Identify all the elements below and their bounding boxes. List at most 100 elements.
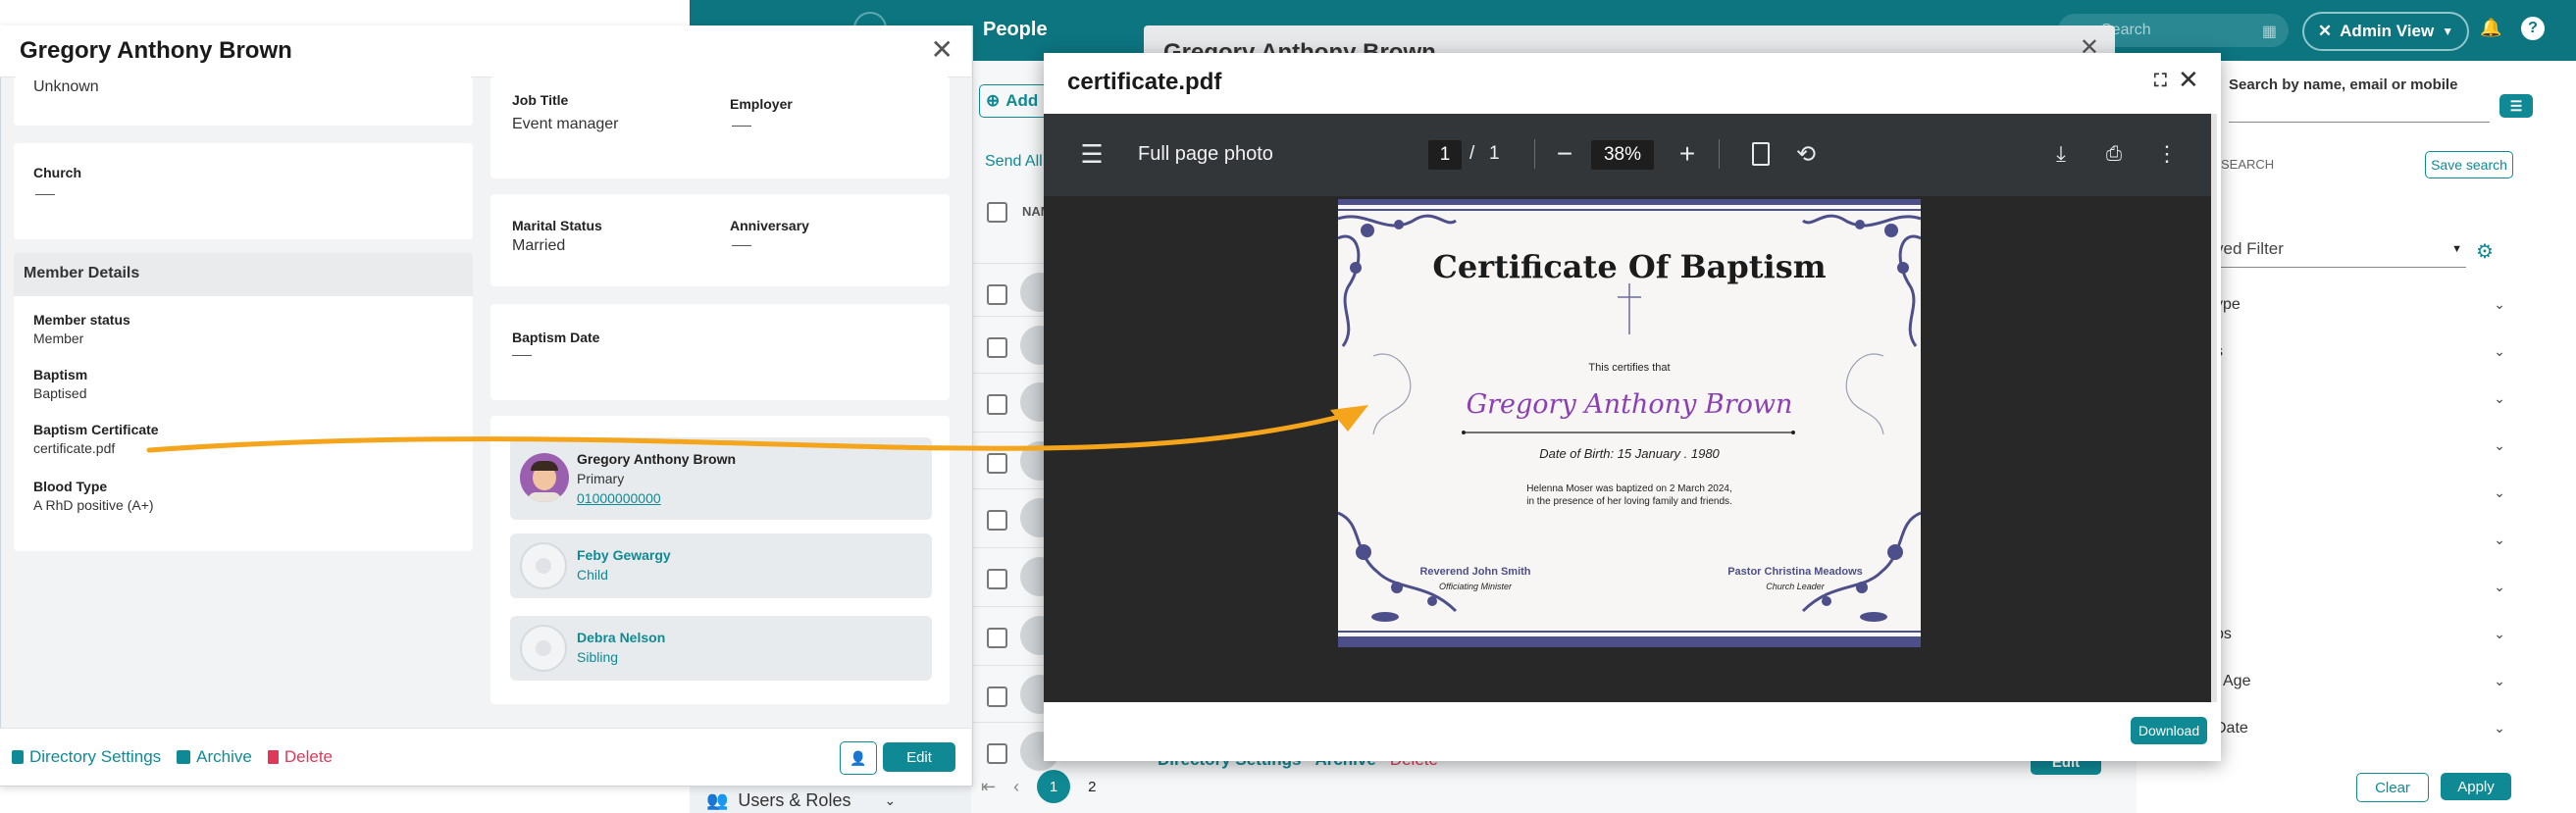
relation-phone-link[interactable]: 01000000000 — [577, 490, 661, 506]
filter-accordion-item[interactable]: s⌄ — [2215, 343, 2505, 367]
plus-circle-icon: ⊕ — [986, 91, 1001, 110]
filter-accordion-item[interactable]: ⌄ — [2215, 390, 2505, 414]
relation-role: Sibling — [577, 649, 619, 665]
filter-accordion-item[interactable]: ps ⌄ — [2215, 626, 2505, 649]
avatar-placeholder-icon — [520, 542, 567, 589]
download-icon[interactable]: ⤓ — [2046, 139, 2076, 169]
anniversary-label: Anniversary — [730, 218, 809, 233]
detail-label: Baptism — [33, 367, 88, 382]
filter-accordion-item[interactable]: ⌄ — [2215, 532, 2505, 555]
pdf-file-name: certificate.pdf — [1067, 69, 1222, 95]
baptism-date-label: Baptism Date — [512, 330, 600, 345]
relation-card[interactable]: Debra Nelson Sibling — [510, 616, 932, 681]
relation-name: Gregory Anthony Brown — [577, 451, 737, 467]
relation-role: Primary — [577, 471, 625, 486]
member-details-heading: Member Details — [24, 265, 140, 281]
filter-toggle-button[interactable]: ☰ — [2499, 94, 2533, 118]
gear-icon[interactable]: ⚙ — [2476, 239, 2494, 264]
edit-button[interactable]: Edit — [883, 742, 955, 772]
detail-value: A RhD positive (A+) — [33, 497, 154, 513]
archive-link[interactable]: Archive — [177, 747, 252, 767]
baptism-certificate-link[interactable]: certificate.pdf — [33, 440, 115, 456]
fullscreen-icon[interactable]: ⛶ — [2154, 71, 2172, 90]
menu-icon[interactable]: ☰ — [1077, 139, 1107, 169]
saved-filter-select[interactable]: ved Filter ▼ — [2215, 231, 2466, 268]
relation-card[interactable]: Feby Gewargy Child — [510, 534, 932, 598]
grid-icon[interactable]: ▦ — [2262, 22, 2277, 41]
avatar — [520, 453, 569, 502]
filter-accordion-item[interactable]: ⌄ — [2215, 437, 2505, 461]
current-page-input[interactable]: 1 — [1428, 140, 1462, 170]
directory-settings-link[interactable]: Directory Settings — [12, 747, 161, 767]
fit-page-icon[interactable] — [1746, 139, 1776, 169]
member-details-header: Member Details — [14, 253, 473, 296]
job-title-value: Event manager — [512, 116, 619, 132]
caret-down-icon: ▼ — [2451, 243, 2462, 255]
help-icon[interactable]: ? — [2521, 17, 2545, 40]
member-footer-actions: Directory Settings Archive Delete — [12, 747, 333, 767]
cross-icon — [1618, 283, 1641, 334]
bg-add-button[interactable]: ⊕ Add — [979, 84, 1048, 118]
chevron-down-icon: ⌄ — [2494, 720, 2505, 736]
bg-footer-nav-label: Users & Roles — [738, 790, 851, 810]
close-icon[interactable]: ✕ — [931, 33, 953, 66]
bg-add-label: Add — [1005, 91, 1039, 110]
bg-pagination: ⇤ ‹ 1 2 — [981, 770, 1096, 803]
chevron-down-icon: ⌄ — [2494, 296, 2505, 312]
employer-label: Employer — [730, 96, 793, 112]
pdf-scrollbar[interactable] — [2211, 114, 2217, 702]
bg-footer-nav[interactable]: 👥 Users & Roles ⌄ — [706, 790, 896, 811]
zoom-out-icon[interactable]: − — [1550, 138, 1579, 169]
chevron-down-icon: ⌄ — [2494, 484, 2505, 500]
chevron-down-icon: ⌄ — [2494, 532, 2505, 547]
delete-link[interactable]: Delete — [267, 747, 333, 767]
pdf-close-icon[interactable]: ✕ — [2178, 65, 2199, 95]
detail-label: Baptism Certificate — [33, 422, 159, 437]
page-1-button[interactable]: 1 — [1037, 770, 1071, 803]
relation-name[interactable]: Debra Nelson — [577, 630, 665, 645]
relation-name[interactable]: Feby Gewargy — [577, 547, 671, 563]
add-relation-button[interactable]: 👤 — [840, 741, 877, 775]
filter-accordion-item[interactable]: Date ⌄ — [2215, 720, 2505, 743]
zoom-in-icon[interactable]: + — [1673, 138, 1702, 169]
detail-label: Member status — [33, 312, 130, 328]
certificate-sign-left-role: Officiating Minister — [1438, 582, 1513, 591]
bg-search-section-label: SEARCH — [2221, 157, 2275, 172]
bg-send-all-link[interactable]: Send All — [985, 153, 1043, 171]
filter-accordion-item[interactable]: ype ⌄ — [2215, 296, 2505, 320]
marital-card: Marital Status Married Anniversary — [490, 194, 950, 286]
filter-accordion-item[interactable]: ⌄ — [2215, 579, 2505, 602]
filter-accordion-item[interactable]: ⌄ — [2215, 484, 2505, 508]
certificate-sign-right-role: Church Leader — [1766, 582, 1825, 591]
apply-button[interactable]: Apply — [2441, 773, 2511, 800]
download-button[interactable]: Download — [2131, 717, 2207, 744]
marital-status-value: Married — [512, 237, 566, 254]
first-page-icon[interactable]: ⇤ — [981, 777, 996, 797]
bg-header-checkbox[interactable] — [987, 202, 1007, 223]
certificate-dob: Date of Birth: 15 January . 1980 — [1539, 446, 1720, 461]
zoom-input[interactable]: 38% — [1591, 140, 1654, 170]
toolbar-separator — [1719, 139, 1720, 169]
prev-page-icon[interactable]: ‹ — [1013, 777, 1019, 797]
clear-button[interactable]: Clear — [2356, 773, 2429, 802]
chevron-down-icon: ⌄ — [884, 792, 897, 808]
page-2-button[interactable]: 2 — [1088, 779, 1096, 795]
bell-icon[interactable]: 🔔 — [2480, 18, 2501, 37]
filter-accordion-item[interactable]: / Age ⌄ — [2215, 673, 2505, 696]
member-panel-title: Gregory Anthony Brown — [20, 37, 292, 64]
directory-settings-label: Directory Settings — [29, 747, 162, 766]
admin-view-button[interactable]: ✕ Admin View ▼ — [2302, 12, 2469, 51]
church-empty-value — [35, 194, 55, 195]
rotate-icon[interactable]: ⟲ — [1791, 139, 1821, 169]
save-search-button[interactable]: Save search — [2425, 151, 2513, 178]
relation-card[interactable]: Gregory Anthony Brown Primary 01000000000 — [510, 437, 932, 520]
trash-icon — [267, 750, 279, 764]
detail-label: Blood Type — [33, 479, 108, 494]
top-info-value: Unknown — [33, 78, 99, 95]
chevron-down-icon: ⌄ — [2494, 673, 2505, 688]
relation-role: Child — [577, 567, 608, 583]
total-pages: 1 — [1489, 143, 1500, 164]
more-options-icon[interactable]: ⋮ — [2152, 139, 2182, 169]
baptism-date-empty-value — [512, 355, 532, 356]
print-icon[interactable]: ⎙ — [2099, 139, 2129, 169]
